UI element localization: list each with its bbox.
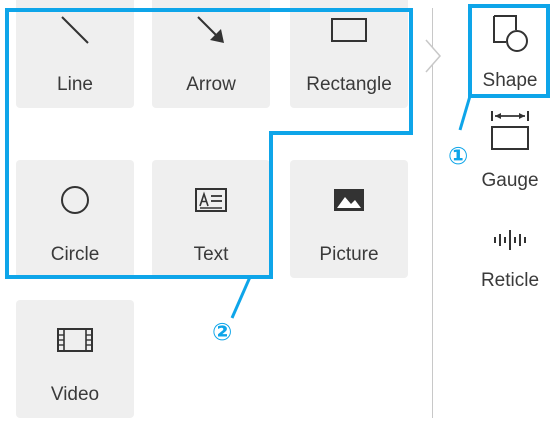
shape-icon xyxy=(488,12,532,56)
chevron-right-icon xyxy=(425,39,441,73)
tile-video[interactable]: Video xyxy=(16,300,134,418)
callout-number-one: ① xyxy=(448,142,469,170)
toolbar-shape-button[interactable]: Shape xyxy=(470,8,550,91)
picture-icon xyxy=(290,182,408,218)
reticle-icon xyxy=(488,218,532,262)
tile-line[interactable]: Line xyxy=(16,0,134,108)
toolbar-shape-label: Shape xyxy=(482,70,538,91)
tile-text[interactable]: Text xyxy=(152,160,270,278)
tile-line-label: Line xyxy=(57,74,93,95)
tile-arrow-label: Arrow xyxy=(186,74,236,95)
shape-palette-screen: Line Arrow Rectangle Circle Text Picture… xyxy=(0,0,550,425)
toolbar-reticle-button[interactable]: Reticle xyxy=(470,210,550,291)
toolbar-gauge-label: Gauge xyxy=(481,170,539,191)
tile-picture[interactable]: Picture xyxy=(290,160,408,278)
toolbar-gauge-button[interactable]: Gauge xyxy=(470,108,550,191)
tile-arrow[interactable]: Arrow xyxy=(152,0,270,108)
tile-circle-label: Circle xyxy=(50,244,100,265)
circle-icon xyxy=(16,182,134,218)
toolbar-reticle-label: Reticle xyxy=(480,270,540,291)
tile-rectangle-label: Rectangle xyxy=(306,74,392,95)
tile-picture-label: Picture xyxy=(319,244,379,265)
tile-text-label: Text xyxy=(193,244,229,265)
tile-circle[interactable]: Circle xyxy=(16,160,134,278)
tile-rectangle[interactable]: Rectangle xyxy=(290,0,408,108)
gauge-icon xyxy=(488,108,532,152)
callout-number-two: ② xyxy=(212,318,233,346)
text-box-icon xyxy=(152,182,270,218)
arrow-icon xyxy=(152,12,270,48)
tile-video-label: Video xyxy=(50,384,100,405)
line-icon xyxy=(16,12,134,48)
video-icon xyxy=(16,322,134,358)
rectangle-icon xyxy=(290,12,408,48)
